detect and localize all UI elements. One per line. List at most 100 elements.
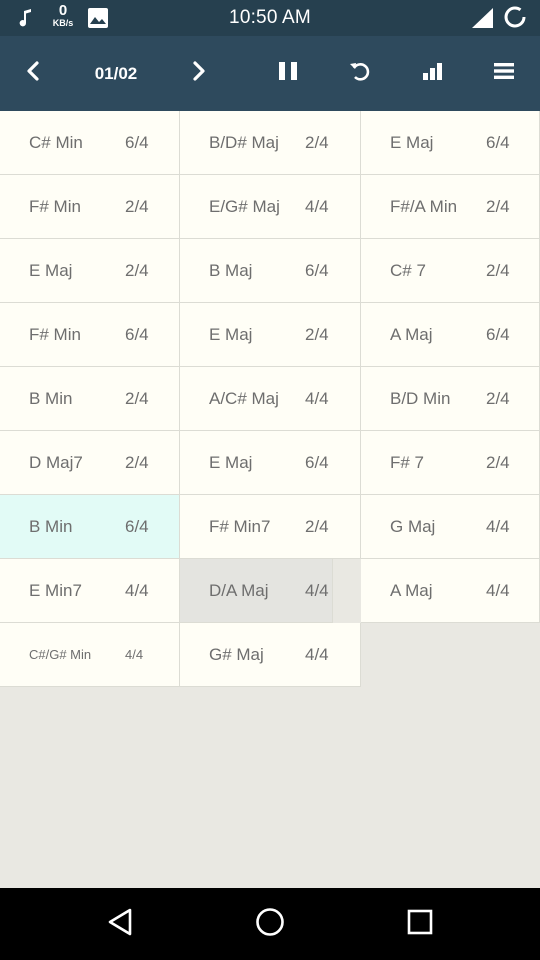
chord-beat: 2/4 [486,261,510,280]
home-circle-icon [255,907,285,942]
chord-name: E Maj [390,133,434,152]
chord-beat: 2/4 [305,133,329,152]
chord-name: G# Maj [209,645,264,664]
chord-cell[interactable]: C# Min 6/4 [0,111,180,175]
chord-name: C# Min [29,133,83,152]
chord-name: E Maj [29,261,73,280]
chord-cell[interactable]: C#/G# Min 4/4 [0,623,180,687]
chord-beat: 4/4 [125,581,149,600]
recents-square-icon [407,909,433,940]
chord-beat: 6/4 [486,133,510,152]
chord-name: B Min [29,517,73,536]
chord-beat: 2/4 [125,453,149,472]
signal-icon [472,8,494,33]
chord-cell[interactable]: F#/A Min 2/4 [361,175,540,239]
chord-beat: 6/4 [305,453,329,472]
stats-button[interactable] [408,36,456,111]
chord-cell[interactable]: E Maj 2/4 [180,303,361,367]
chord-beat: 4/4 [305,197,329,216]
chord-name: C# 7 [390,261,426,280]
chord-cell[interactable]: C# 7 2/4 [361,239,540,303]
chord-cell[interactable]: B/D# Maj 2/4 [180,111,361,175]
pause-button[interactable] [264,36,312,111]
chord-name: C#/G# Min [29,647,92,662]
repeat-button[interactable] [336,36,384,111]
empty-cell [361,623,540,687]
back-button[interactable] [80,888,160,960]
home-button[interactable] [230,888,310,960]
pressed-chord-cell[interactable]: D/A Maj 4/4 [180,559,333,623]
chord-cell[interactable]: D Maj7 2/4 [0,431,180,495]
chord-cell[interactable]: E/G# Maj 4/4 [180,175,361,239]
chord-beat: 2/4 [305,325,329,344]
toolbar: 01/02 [0,36,540,111]
chord-cell[interactable]: G# Maj 4/4 [180,623,361,687]
chord-name: E Min7 [29,581,82,600]
chord-name: G Maj [390,517,436,536]
chord-name: F#/A Min [390,197,458,216]
chord-name: E/G# Maj [209,197,280,216]
chord-name: E Maj [209,325,253,344]
chord-cell[interactable]: B Maj 6/4 [180,239,361,303]
chord-cell[interactable]: F# Min7 2/4 [180,495,361,559]
chord-beat: 4/4 [305,645,329,664]
chord-cell[interactable]: F# Min 2/4 [0,175,180,239]
chord-beat: 2/4 [486,453,510,472]
chord-name: D/A Maj [209,581,269,600]
chord-name: A Maj [390,581,433,600]
chord-name: F# Min [29,197,81,216]
chord-cell[interactable]: B Min 2/4 [0,367,180,431]
pause-icon [278,61,298,86]
chord-cell[interactable]: G Maj 4/4 [361,495,540,559]
chord-cell[interactable]: A/C# Maj 4/4 [180,367,361,431]
menu-button[interactable] [480,36,528,111]
chord-beat: 4/4 [486,517,510,536]
page-indicator: 01/02 [94,64,138,83]
chord-beat: 2/4 [305,517,329,536]
navigation-bar [0,888,540,960]
chord-beat: 2/4 [125,389,149,408]
menu-icon [494,62,514,85]
chord-name: A Maj [390,325,433,344]
chevron-left-icon [26,61,40,86]
clock: 10:50 AM [229,7,311,28]
chord-cell[interactable]: A Maj 4/4 [361,559,540,623]
chord-cell[interactable]: E Maj 6/4 [361,111,540,175]
battery-loading-icon [503,5,527,34]
chord-cell[interactable]: B/D Min 2/4 [361,367,540,431]
chord-cell[interactable]: E Maj 6/4 [180,431,361,495]
chord-beat: 6/4 [125,517,149,536]
status-bar: 0 KB/s 10:50 AM [0,0,540,36]
bar-chart-icon [422,62,442,85]
chord-beat: 6/4 [486,325,510,344]
chord-beat: 6/4 [125,325,149,344]
chord-beat: 6/4 [125,133,149,152]
chord-beat: 4/4 [125,647,144,662]
back-triangle-icon [107,908,133,941]
chord-name: A/C# Maj [209,389,279,408]
chord-cell[interactable]: F# 7 2/4 [361,431,540,495]
chord-beat: 4/4 [305,581,329,600]
chord-name: B/D# Maj [209,133,279,152]
chord-beat: 2/4 [125,197,149,216]
chord-grid: C# Min 6/4 B/D# Maj 2/4 E Maj 6/4 F# Min 2/4… [0,111,540,687]
recents-button[interactable] [380,888,460,960]
chord-cell[interactable]: E Maj 2/4 [0,239,180,303]
chevron-right-icon [192,61,206,86]
previous-page-button[interactable] [10,36,56,111]
next-page-button[interactable] [176,36,222,111]
chord-name: B/D Min [390,389,451,408]
chord-cell[interactable]: F# Min 6/4 [0,303,180,367]
chord-cell[interactable]: A Maj 6/4 [361,303,540,367]
chord-name: B Min [29,389,73,408]
chord-beat: 6/4 [305,261,329,280]
chord-beat: 2/4 [486,389,510,408]
repeat-icon [349,60,371,87]
chord-name: F# 7 [390,453,425,472]
chord-beat: 4/4 [486,581,510,600]
chord-name: F# Min7 [209,517,271,536]
chord-name: F# Min [29,325,81,344]
chord-name: E Maj [209,453,253,472]
chord-cell[interactable]: E Min7 4/4 [0,559,180,623]
current-chord-cell[interactable]: B Min 6/4 [0,495,180,559]
